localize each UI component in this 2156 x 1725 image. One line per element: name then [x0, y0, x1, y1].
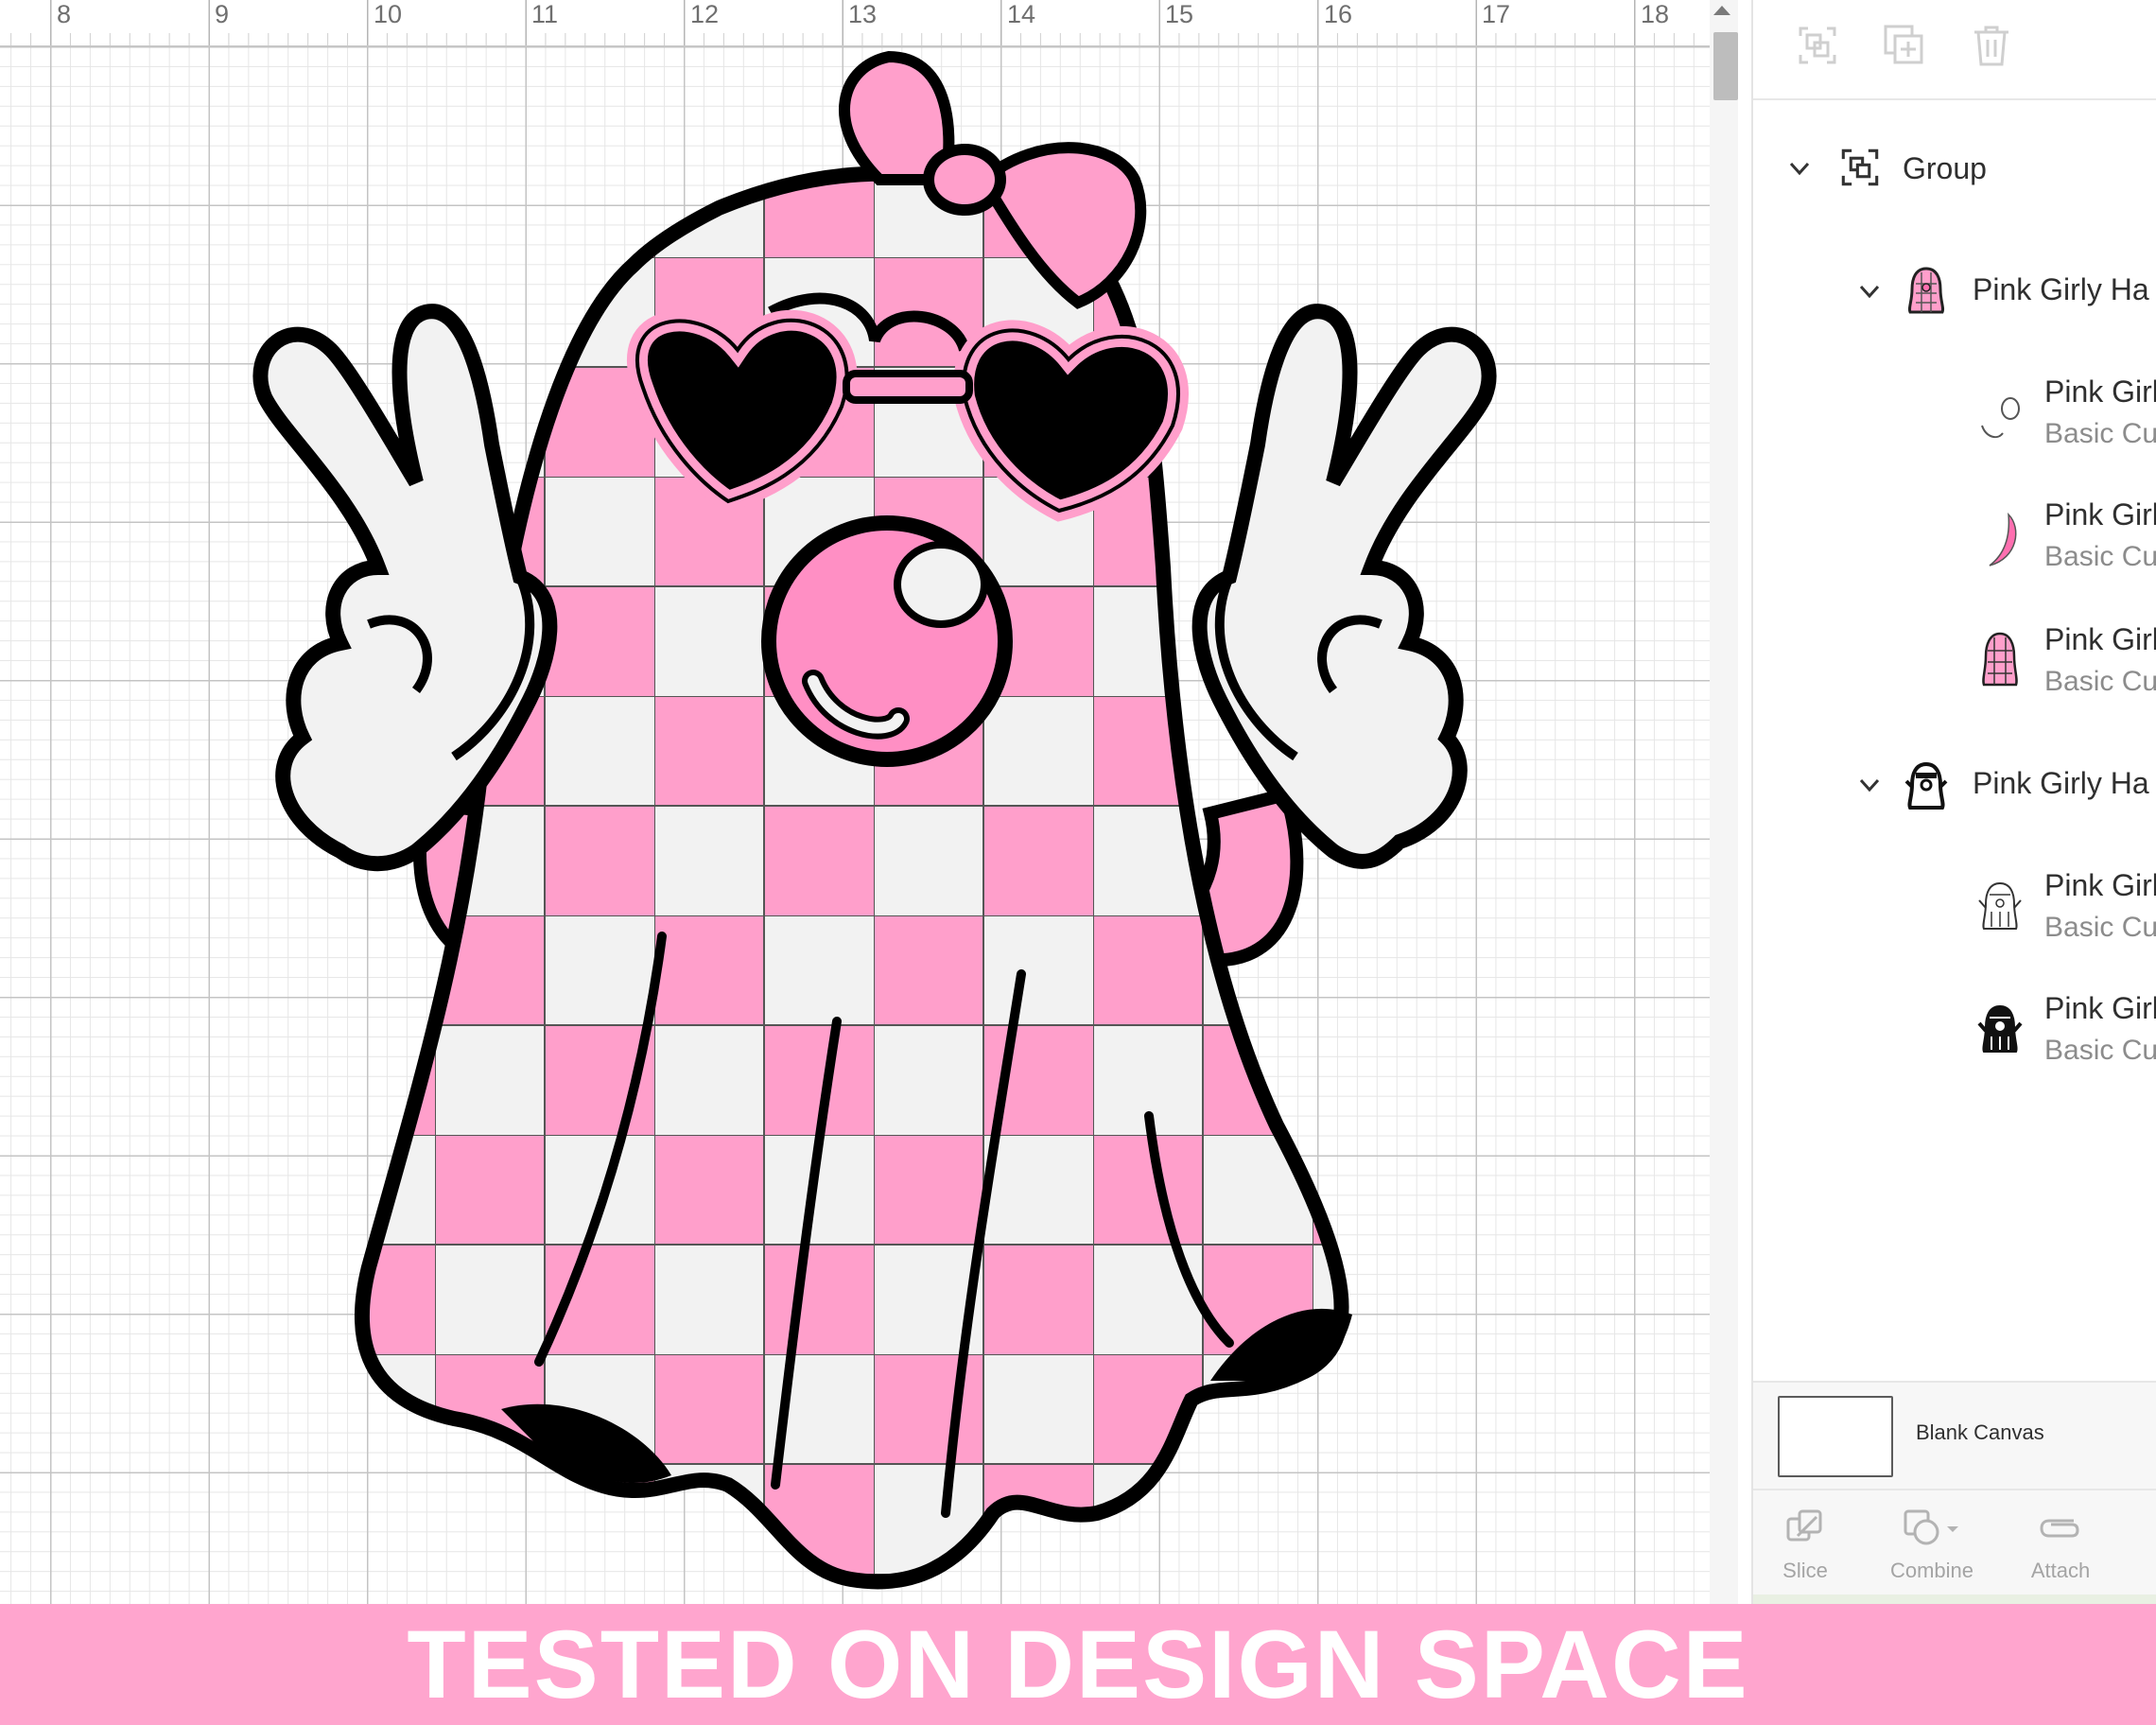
scrollbar-thumb[interactable] [1713, 32, 1738, 100]
blank-canvas-row[interactable]: Blank Canvas [1753, 1381, 2156, 1489]
combine-icon [1904, 1509, 1958, 1545]
layer-item-title: Pink Girl [2044, 375, 2156, 409]
delete-icon[interactable] [1967, 21, 2016, 70]
slice-button[interactable]: Slice [1753, 1500, 1857, 1594]
pink-ghost-peace-sign-icon[interactable] [227, 38, 1513, 1598]
ruler-label: 13 [848, 0, 878, 28]
duplicate-icon[interactable] [1880, 21, 1929, 70]
chevron-down-icon[interactable] [1785, 154, 1814, 183]
layer-subgroup-label: Pink Girly Ha [1973, 272, 2149, 306]
slice-icon [1786, 1509, 1822, 1542]
chevron-down-icon[interactable] [1855, 277, 1884, 305]
combine-label: Combine [1889, 1559, 1974, 1582]
ghost-pattern-thumb-icon [1982, 632, 2018, 687]
layer-item-row[interactable]: Pink Girl Basic Cu [1753, 615, 2156, 719]
ruler-label: 16 [1324, 0, 1353, 28]
layer-item-subtitle: Basic Cu [2044, 418, 2156, 449]
ruler-label: 15 [1165, 0, 1194, 28]
vertical-scrollbar[interactable] [1710, 0, 1738, 1604]
combine-button[interactable]: Combine [1870, 1500, 1993, 1594]
bubble-outline-thumb-icon [1981, 397, 2020, 439]
layer-item-subtitle: Basic Cu [2044, 666, 2156, 697]
blank-canvas-label: Blank Canvas [1916, 1420, 2044, 1444]
ruler-label: 14 [1007, 0, 1036, 28]
layer-subgroup-row[interactable]: Pink Girly Ha [1753, 747, 2156, 823]
group-icon [1841, 148, 1879, 186]
layer-item-subtitle: Basic Cu [2044, 1035, 2156, 1066]
ghost-outline-thumb-icon [1978, 881, 2022, 930]
layer-actions-bar: Slice Combine Attach [1753, 1489, 2156, 1604]
layer-group-label: Group [1903, 151, 1987, 185]
attach-icon [2040, 1519, 2079, 1538]
ruler-label: 8 [57, 0, 72, 28]
layer-item-title: Pink Girl [2044, 622, 2156, 656]
panel-bottom-strip [1753, 1594, 2156, 1604]
attach-button[interactable]: Attach [2008, 1500, 2113, 1594]
ghost-color-thumb-icon [1907, 267, 1945, 314]
slice-label: Slice [1782, 1559, 1828, 1582]
group-icon[interactable] [1793, 21, 1842, 70]
banner-text: TESTED ON DESIGN SPACE [407, 1611, 1749, 1718]
layer-item-row[interactable]: Pink Girl Basic Cu [1753, 367, 2156, 471]
design-canvas[interactable]: 8 9 10 11 12 13 14 15 16 17 18 [0, 0, 1710, 1604]
layer-item-row[interactable]: Pink Girl Basic Cu [1753, 861, 2156, 965]
layer-subgroup-row[interactable]: Pink Girly Ha [1753, 253, 2156, 329]
layer-subgroup-label: Pink Girly Ha [1973, 766, 2149, 800]
layer-item-subtitle: Basic Cu [2044, 912, 2156, 943]
promo-banner: TESTED ON DESIGN SPACE [0, 1604, 2156, 1725]
canvas-color-swatch[interactable] [1778, 1396, 1893, 1477]
scroll-up-arrow-icon[interactable] [1713, 6, 1730, 15]
ruler-label: 18 [1641, 0, 1670, 28]
layer-item-subtitle: Basic Cu [2044, 541, 2156, 572]
ruler-label: 10 [374, 0, 403, 28]
ruler-label: 17 [1482, 0, 1511, 28]
layers-panel: Group Pink Girly Ha Pink Girl Basic Cu P… [1751, 0, 2156, 1604]
ghost-black-thumb-icon [1904, 761, 1948, 810]
ghost-solid-thumb-icon [1977, 1004, 2023, 1053]
layer-item-row[interactable]: Pink Girl Basic Cu [1753, 490, 2156, 594]
layer-item-title: Pink Girl [2044, 991, 2156, 1025]
attach-label: Attach [2030, 1559, 2091, 1582]
chevron-down-icon[interactable] [1855, 771, 1884, 799]
ruler-label: 12 [690, 0, 720, 28]
layer-item-row[interactable]: Pink Girl Basic Cu [1753, 984, 2156, 1088]
layers-toolbar [1753, 0, 2156, 100]
layer-item-title: Pink Girl [2044, 868, 2156, 902]
layer-item-title: Pink Girl [2044, 497, 2156, 531]
ruler-label: 11 [531, 0, 559, 28]
layer-group-row[interactable]: Group [1753, 131, 2156, 206]
design-space-window: 8 9 10 11 12 13 14 15 16 17 18 Group Pin… [0, 0, 2156, 1725]
ruler-label: 9 [215, 0, 230, 28]
crescent-pink-thumb-icon [1989, 513, 2017, 566]
